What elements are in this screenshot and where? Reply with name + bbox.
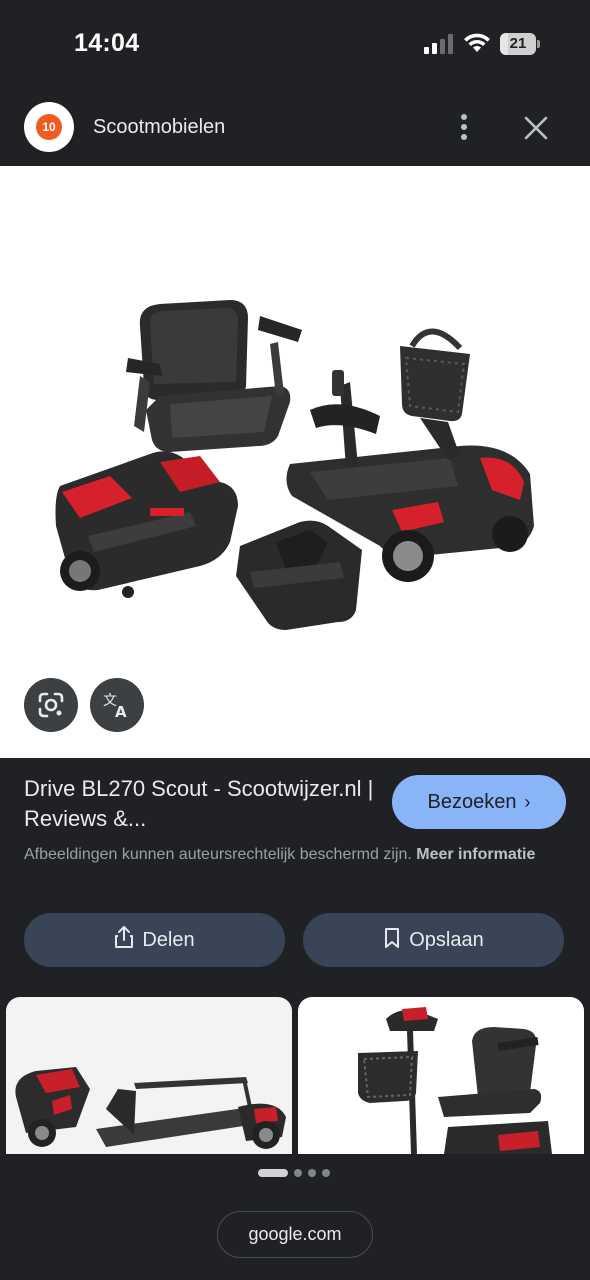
site-logo[interactable]: 10 — [24, 102, 74, 152]
visit-button-label: Bezoeken — [427, 791, 517, 813]
scooter-basket-part — [400, 328, 470, 422]
url-pill[interactable]: google.com — [217, 1211, 373, 1258]
related-image-card[interactable] — [298, 997, 584, 1154]
wifi-icon — [464, 33, 490, 52]
scooter-product-image — [55, 300, 534, 630]
site-logo-text: 10 — [36, 114, 62, 140]
more-vert-icon[interactable] — [452, 112, 476, 142]
copyright-text: Afbeeldingen kunnen auteursrechtelijk be… — [24, 846, 412, 863]
scooter-rear-part — [55, 451, 238, 598]
copyright-note: Afbeeldingen kunnen auteursrechtelijk be… — [24, 843, 544, 867]
google-lens-button[interactable] — [24, 678, 78, 732]
share-icon — [115, 926, 134, 948]
close-icon[interactable] — [521, 113, 551, 143]
status-time: 14:04 — [74, 29, 140, 57]
related-scooter-image — [15, 1067, 286, 1149]
battery-indicator: 21 — [500, 33, 540, 55]
site-title[interactable]: Scootmobielen — [93, 116, 225, 139]
pager-dot — [294, 1169, 302, 1177]
translate-icon: 文 A — [103, 693, 127, 720]
more-info-link[interactable]: Meer informatie — [416, 846, 535, 863]
bookmark-icon — [385, 928, 400, 948]
pager-dot-active — [258, 1169, 288, 1177]
google-lens-icon — [38, 692, 64, 718]
svg-text:A: A — [115, 703, 127, 720]
visit-button[interactable]: Bezoeken › — [392, 775, 566, 829]
pager-dot — [322, 1169, 330, 1177]
result-title[interactable]: Drive BL270 Scout - Scootwijzer.nl | Rev… — [24, 774, 374, 834]
viewer-header: 10 Scootmobielen — [0, 88, 590, 166]
translate-button[interactable]: 文 A — [90, 678, 144, 732]
scooter-seat-part — [126, 300, 302, 452]
related-scooter-image — [358, 1007, 552, 1154]
save-button[interactable]: Opslaan — [303, 913, 564, 967]
share-button[interactable]: Delen — [24, 913, 285, 967]
chevron-right-icon: › — [524, 792, 531, 812]
battery-level: 21 — [509, 35, 527, 52]
related-image-card[interactable] — [6, 997, 292, 1154]
cellular-signal-icon — [424, 34, 453, 54]
save-label: Opslaan — [409, 929, 484, 951]
pager-dot — [308, 1169, 316, 1177]
image-preview[interactable]: 文 A — [0, 166, 590, 758]
scooter-battery-part — [236, 520, 362, 630]
share-label: Delen — [142, 929, 195, 951]
status-bar: 14:04 21 — [0, 0, 590, 88]
image-pager — [258, 1168, 338, 1178]
